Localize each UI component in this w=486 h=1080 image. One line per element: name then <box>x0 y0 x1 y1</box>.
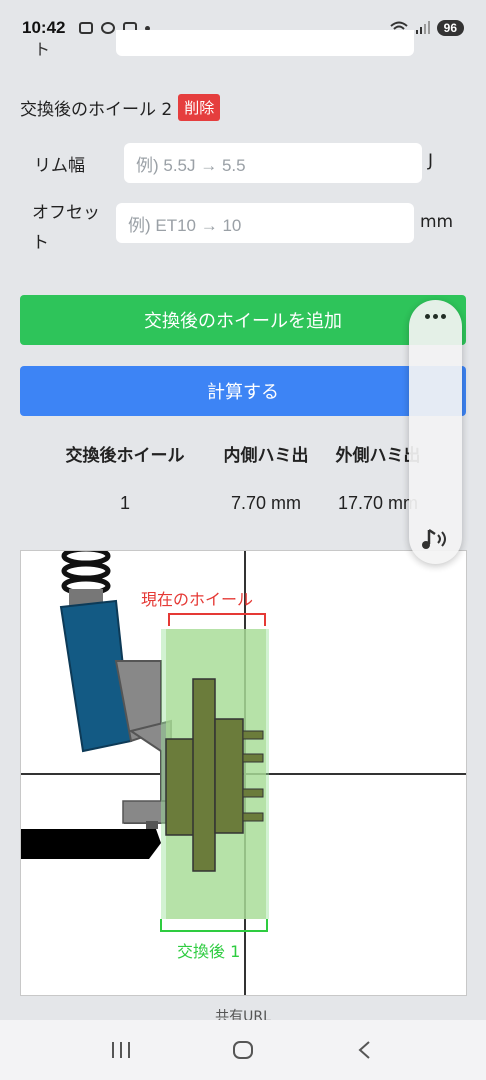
rim-width-label: リム幅 <box>34 156 85 176</box>
stud <box>242 788 264 798</box>
screenshot-icon <box>79 22 94 34</box>
wheel-diagram-svg <box>21 551 466 995</box>
header-wheel: 交換後ホイール <box>65 446 185 466</box>
status-time: 10:42 <box>22 18 66 37</box>
header-inner: 内側ハミ出 <box>223 446 309 466</box>
back-icon[interactable] <box>353 1039 377 1061</box>
app-icon <box>101 22 116 34</box>
calculate-button[interactable]: 計算する <box>20 366 466 416</box>
offset-label-line1: オフセッ <box>32 203 100 223</box>
system-nav-bar <box>0 1020 486 1080</box>
wheel-2-title: 交換後のホイール 2 <box>20 100 173 120</box>
brake-disc <box>192 678 216 872</box>
delete-wheel-2-button[interactable]: 削除 <box>178 94 221 121</box>
after-wheel-label: 交換後 1 <box>177 942 241 961</box>
add-wheel-button[interactable]: 交換後のホイールを追加 <box>20 295 466 345</box>
stud <box>242 730 264 740</box>
stud <box>242 812 264 822</box>
signal-icon <box>415 21 430 34</box>
offset-input[interactable]: 例) ET10 → 10 <box>116 203 414 243</box>
offset-unit: mm <box>420 212 454 232</box>
current-wheel-label: 現在のホイール <box>141 590 254 609</box>
bolt <box>146 821 158 829</box>
spring <box>61 551 111 596</box>
recent-apps-icon[interactable] <box>109 1040 133 1060</box>
music-icon[interactable] <box>421 526 451 552</box>
current-wheel-bracket <box>168 613 266 626</box>
rim-width-unit: J <box>428 151 434 171</box>
previous-input[interactable] <box>116 30 414 56</box>
rim-width-input[interactable]: 例) 5.5J → 5.5 <box>124 143 422 183</box>
battery-indicator: 96 <box>436 20 464 36</box>
lower-arm <box>21 829 161 859</box>
hub-inner <box>165 738 197 836</box>
floating-media-widget[interactable] <box>409 300 462 564</box>
wheel-2-header: 交換後のホイール 2 削除 <box>20 94 221 121</box>
cell-inner: 7.70 mm <box>230 493 302 513</box>
cell-wheel: 1 <box>119 493 130 513</box>
offset-label-line2: ト <box>32 233 49 253</box>
hub-flange <box>214 718 244 834</box>
after-wheel-bracket <box>160 919 268 932</box>
stud <box>242 753 264 763</box>
more-icon[interactable] <box>425 314 446 319</box>
wheel-diagram: 現在のホイール 交換後 1 <box>20 550 467 996</box>
previous-field-label: ト <box>34 40 51 59</box>
home-icon[interactable] <box>231 1039 255 1061</box>
